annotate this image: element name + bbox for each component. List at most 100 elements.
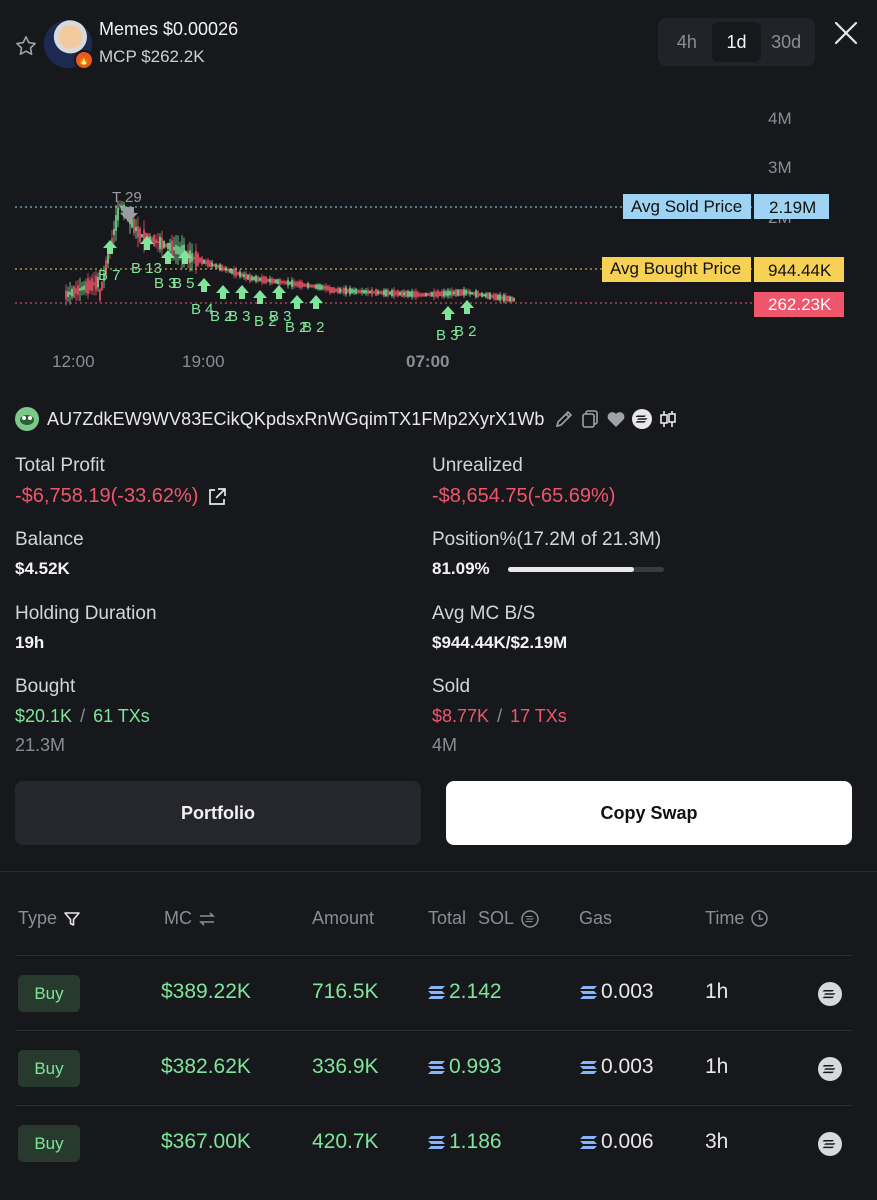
close-icon[interactable]: [832, 19, 860, 47]
candle-body: [347, 289, 349, 293]
candle-body: [279, 279, 281, 285]
candle-body: [107, 254, 109, 264]
balance-label: Balance: [15, 529, 84, 550]
marker-buy-label: B 2: [454, 323, 477, 340]
type-column-header[interactable]: Type: [18, 908, 81, 929]
candle-body: [357, 290, 359, 293]
x-tick-1900: 19:00: [182, 352, 225, 371]
filter-icon[interactable]: [63, 910, 81, 928]
interval-4h-button[interactable]: 4h: [662, 22, 712, 62]
candle-body: [195, 250, 197, 267]
candle-body: [327, 285, 329, 291]
candle-body: [67, 291, 69, 297]
bought-txs: 61 TXs: [93, 706, 150, 726]
candle-body: [253, 277, 255, 280]
candle-body: [71, 288, 73, 297]
candlestick-chart-icon[interactable]: [657, 408, 679, 430]
solscan-icon[interactable]: [817, 1056, 843, 1082]
buy-arrow-icon: [161, 250, 175, 264]
heart-icon[interactable]: [605, 408, 627, 430]
avg-bought-value: 944.44K: [768, 261, 832, 280]
swap-arrows-icon[interactable]: [198, 911, 216, 927]
candle-body: [475, 290, 477, 298]
candle-body: [367, 289, 369, 294]
row-mc: $382.62K: [161, 1055, 251, 1078]
sold-stat: Sold $8.77K / 17 TXs 4M: [432, 676, 567, 756]
total-column-header[interactable]: Total SOL: [428, 908, 540, 929]
candle-body: [205, 260, 207, 264]
position-progress-fill: [507, 566, 635, 572]
candle-body: [95, 275, 97, 291]
candle-body: [255, 275, 257, 282]
candle-body: [193, 256, 195, 260]
buy-arrow-icon: [253, 290, 267, 304]
section-divider: [0, 871, 877, 872]
external-link-icon[interactable]: [206, 486, 228, 508]
buy-badge: Buy: [18, 1125, 80, 1162]
candle-body: [75, 288, 77, 294]
marker-sell-label: T 29: [112, 189, 142, 206]
portfolio-button[interactable]: Portfolio: [15, 781, 421, 845]
candle-body: [455, 289, 457, 297]
holding-duration-value: 19h: [15, 633, 45, 652]
solscan-icon[interactable]: [817, 981, 843, 1007]
wallet-address[interactable]: AU7ZdkEW9WV83ECikQKpdsxRnWGqimTX1FMp2Xyr…: [47, 409, 545, 430]
edit-icon[interactable]: [553, 408, 575, 430]
candle-body: [267, 278, 269, 282]
interval-30d-button[interactable]: 30d: [761, 22, 811, 62]
copy-swap-button[interactable]: Copy Swap: [446, 781, 852, 845]
table-row[interactable]: Buy $389.22K 716.5K 2.142 0.003 1h: [15, 955, 852, 1029]
avg-bought-label: Avg Bought Price: [610, 259, 741, 278]
wallet-avatar: [15, 407, 39, 431]
candle-body: [461, 289, 463, 296]
star-icon[interactable]: [14, 34, 38, 58]
candle-body: [337, 287, 339, 294]
candle-body: [501, 296, 503, 300]
mc-column-header[interactable]: MC: [164, 908, 216, 929]
candle-body: [481, 292, 483, 297]
candle-body: [283, 281, 285, 284]
candle-body: [321, 285, 323, 290]
candle-body: [69, 291, 71, 295]
price-chart[interactable]: 4M 3M 2M Avg Sold Price 2.19M Avg Bought…: [0, 90, 877, 385]
candle-body: [379, 291, 381, 294]
table-row[interactable]: Buy $382.62K 336.9K 0.993 0.003 1h: [15, 1030, 852, 1104]
table-row[interactable]: Buy $367.00K 420.7K 1.186 0.006 3h: [15, 1105, 852, 1179]
solana-badge-icon[interactable]: [631, 408, 653, 430]
candle-body: [489, 292, 491, 300]
candle-body: [241, 273, 243, 277]
copy-icon[interactable]: [579, 408, 601, 430]
currency-toggle-icon[interactable]: [520, 909, 540, 929]
clock-icon[interactable]: [750, 909, 769, 928]
marker-buy-label: B 5: [172, 275, 195, 292]
row-total: 0.993: [428, 1055, 502, 1079]
y-tick-3m: 3M: [768, 158, 792, 177]
candle-body: [425, 292, 427, 297]
candle-body: [505, 295, 507, 302]
candle-body: [403, 291, 405, 296]
candle-body: [417, 292, 419, 297]
candle-body: [317, 284, 319, 289]
candle-body: [251, 276, 253, 281]
row-amount: 336.9K: [312, 1055, 379, 1078]
sold-txs: 17 TXs: [510, 706, 567, 726]
row-time: 1h: [705, 1055, 729, 1078]
candle-body: [405, 290, 407, 297]
interval-1d-button[interactable]: 1d: [711, 22, 762, 62]
row-total-value: 2.142: [449, 980, 502, 1003]
candle-body: [507, 295, 509, 302]
candle-body: [175, 244, 177, 254]
row-time: 3h: [705, 1130, 729, 1153]
candle-body: [343, 287, 345, 294]
candle-body: [363, 290, 365, 294]
candle-body: [139, 228, 141, 242]
solscan-icon[interactable]: [817, 1131, 843, 1157]
time-column-header[interactable]: Time: [705, 908, 769, 929]
candle-body: [319, 284, 321, 290]
candle-body: [89, 280, 91, 291]
candle-body: [415, 291, 417, 298]
candle-body: [73, 286, 75, 298]
candle-body: [305, 284, 307, 287]
candle-body: [433, 291, 435, 298]
candle-body: [161, 237, 163, 250]
